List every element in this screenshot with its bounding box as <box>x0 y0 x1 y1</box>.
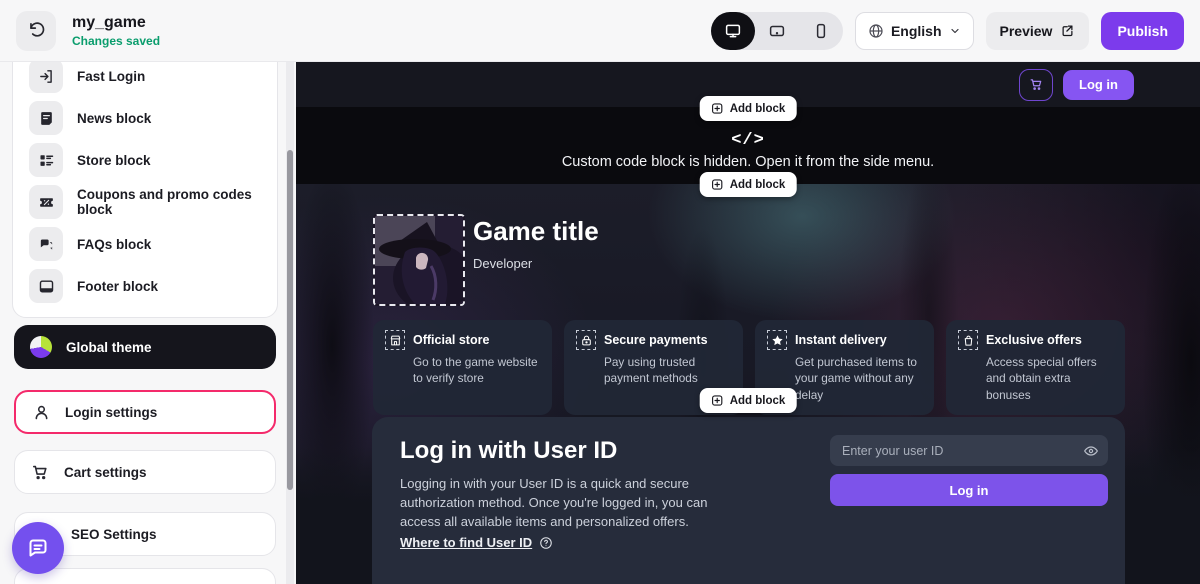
login-with-userid-section: Log in with User ID Logging in with your… <box>372 417 1125 584</box>
undo-button[interactable] <box>16 11 56 51</box>
desktop-icon <box>724 22 742 40</box>
feature-title: Official store <box>413 333 489 347</box>
globe-icon <box>868 23 884 39</box>
gift-icon <box>958 330 978 350</box>
device-desktop-button[interactable] <box>711 12 755 50</box>
publish-button[interactable]: Publish <box>1101 12 1184 50</box>
sidebar-item-label: FAQs block <box>77 237 151 252</box>
undo-icon <box>27 21 46 40</box>
sidebar-item-faqs-block[interactable]: FAQs block <box>21 223 269 265</box>
coupon-icon <box>29 185 63 219</box>
game-developer[interactable]: Developer <box>473 256 532 271</box>
editor-topbar: my_game Changes saved <box>0 0 1200 62</box>
news-icon <box>29 101 63 135</box>
add-block-button[interactable]: Add block <box>700 96 797 121</box>
cart-icon <box>1029 77 1044 92</box>
cart-icon <box>31 463 50 482</box>
add-block-button[interactable]: Add block <box>700 172 797 197</box>
sidebar-item-label: Login settings <box>65 405 157 420</box>
theme-color-icon <box>30 336 52 358</box>
user-id-input[interactable] <box>830 435 1108 466</box>
game-avatar[interactable] <box>373 214 465 306</box>
login-section-description: Logging in with your User ID is a quick … <box>400 475 745 532</box>
custom-code-notice: Custom code block is hidden. Open it fro… <box>562 154 934 170</box>
plus-square-icon <box>711 102 724 115</box>
sidebar-item-label: Store block <box>77 153 151 168</box>
question-circle-icon <box>539 536 553 550</box>
sidebar-item-label: Global theme <box>66 340 152 355</box>
add-block-label: Add block <box>730 103 786 115</box>
external-link-icon <box>1060 23 1075 38</box>
sidebar-item-login-settings[interactable]: Login settings <box>14 390 276 434</box>
tablet-icon <box>768 22 786 40</box>
sidebar-scrollbar[interactable] <box>286 62 294 584</box>
editor-sidebar: Fast Login News block Store block <box>0 62 296 584</box>
login-section-title: Log in with User ID <box>400 437 617 465</box>
login-form: Log in <box>830 435 1108 506</box>
faq-icon <box>29 227 63 261</box>
sidebar-item-label: News block <box>77 111 151 126</box>
feature-card-official-store[interactable]: Official store Go to the game website to… <box>373 320 552 415</box>
sidebar-item-label: SEO Settings <box>71 527 157 542</box>
sidebar-item-fast-login[interactable]: Fast Login <box>21 62 269 97</box>
sidebar-item-coupons-block[interactable]: Coupons and promo codes block <box>21 181 269 223</box>
sidebar-item-news-block[interactable]: News block <box>21 97 269 139</box>
feature-title: Secure payments <box>604 333 708 347</box>
device-toggle <box>711 12 843 50</box>
project-title: my_game <box>72 14 160 32</box>
chevron-down-icon <box>949 25 961 37</box>
site-login-button[interactable]: Log in <box>1063 70 1134 100</box>
where-to-find-userid-link[interactable]: Where to find User ID <box>400 535 553 550</box>
blocks-list-card: Fast Login News block Store block <box>12 62 278 318</box>
witch-artwork <box>375 216 465 306</box>
site-cart-button[interactable] <box>1019 69 1053 101</box>
fast-login-icon <box>29 62 63 93</box>
code-icon: </> <box>731 131 765 150</box>
eye-icon[interactable] <box>1082 442 1100 460</box>
device-tablet-button[interactable] <box>755 12 799 50</box>
add-block-button[interactable]: Add block <box>700 388 797 413</box>
sidebar-item-global-theme[interactable]: Global theme <box>14 325 276 369</box>
star-icon <box>767 330 787 350</box>
sidebar-item-label: Coupons and promo codes block <box>77 187 261 217</box>
sidebar-scrollbar-thumb[interactable] <box>287 150 293 490</box>
sidebar-item-footer-block[interactable]: Footer block <box>21 265 269 307</box>
chat-fab-icon <box>26 536 50 560</box>
feature-title: Exclusive offers <box>986 333 1082 347</box>
storefront-icon <box>385 330 405 350</box>
feature-title: Instant delivery <box>795 333 887 347</box>
language-label: English <box>891 23 942 39</box>
sidebar-item-label: Footer block <box>77 279 158 294</box>
add-block-label: Add block <box>730 179 786 191</box>
footer-icon <box>29 269 63 303</box>
mobile-icon <box>812 22 830 40</box>
device-mobile-button[interactable] <box>799 12 843 50</box>
user-icon <box>32 403 51 422</box>
feature-description: Get purchased items to your game without… <box>795 354 922 403</box>
sidebar-item-cart-settings[interactable]: Cart settings <box>14 450 276 494</box>
save-status: Changes saved <box>72 34 160 48</box>
support-chat-fab[interactable] <box>12 522 64 574</box>
plus-square-icon <box>711 178 724 191</box>
preview-button[interactable]: Preview <box>986 12 1090 50</box>
game-title[interactable]: Game title <box>473 216 599 247</box>
language-selector[interactable]: English <box>855 12 974 50</box>
store-grid-icon <box>29 143 63 177</box>
preview-label: Preview <box>1000 23 1053 39</box>
link-label: Where to find User ID <box>400 535 532 550</box>
lock-icon <box>576 330 596 350</box>
sidebar-item-partial[interactable] <box>14 568 276 584</box>
userid-login-button[interactable]: Log in <box>830 474 1108 506</box>
sidebar-item-label: Cart settings <box>64 465 147 480</box>
plus-square-icon <box>711 394 724 407</box>
feature-description: Go to the game website to verify store <box>413 354 540 387</box>
sidebar-item-store-block[interactable]: Store block <box>21 139 269 181</box>
feature-description: Pay using trusted payment methods <box>604 354 731 387</box>
feature-card-exclusive-offers[interactable]: Exclusive offers Access special offers a… <box>946 320 1125 415</box>
site-preview-canvas: Log in </> Custom code block is hidden. … <box>296 62 1200 584</box>
feature-description: Access special offers and obtain extra b… <box>986 354 1113 403</box>
sidebar-item-label: Fast Login <box>77 69 145 84</box>
add-block-label: Add block <box>730 395 786 407</box>
